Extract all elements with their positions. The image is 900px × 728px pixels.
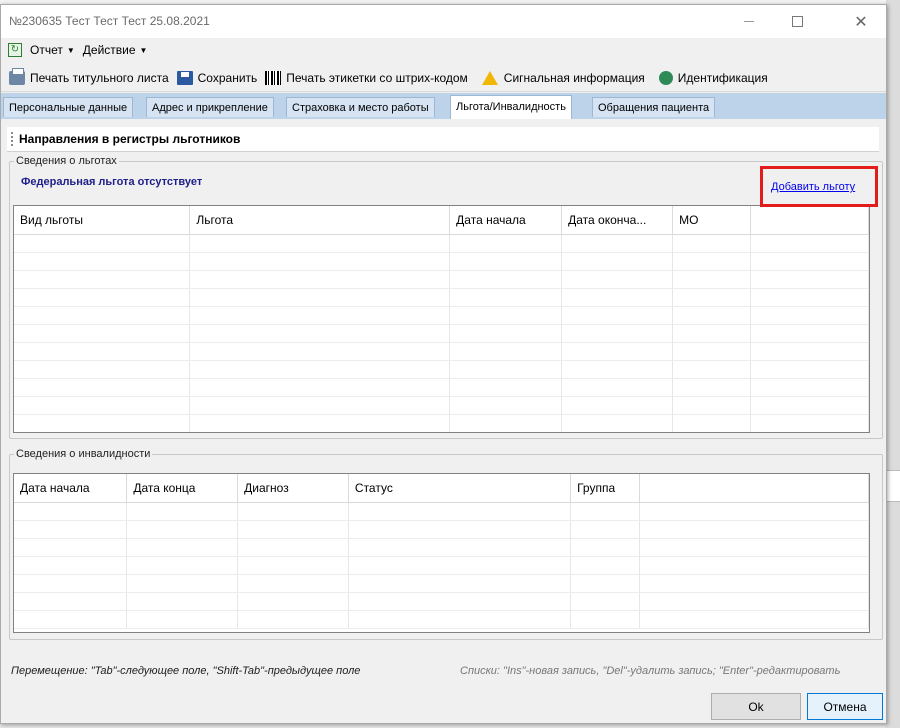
disability-legend: Сведения о инвалидности	[16, 448, 151, 460]
save-label: Сохранить	[197, 71, 258, 85]
identification-icon	[658, 71, 673, 85]
tab-content: Направления в регистры льготников Сведен…	[3, 119, 884, 654]
tab-benefits-disability[interactable]: Льгота/Инвалидность	[450, 95, 572, 119]
table-row[interactable]	[14, 396, 869, 415]
printer-icon	[9, 68, 25, 85]
table-row[interactable]	[14, 288, 869, 307]
table-row[interactable]	[14, 378, 869, 397]
table-row[interactable]	[14, 342, 869, 361]
navigation-hint: Перемещение: "Tab"-следующее поле, "Shif…	[11, 665, 361, 677]
window-title: №230635 Тест Тест Тест 25.08.2021	[9, 14, 210, 28]
table-row[interactable]	[14, 414, 869, 432]
close-button[interactable]: ✕	[838, 5, 884, 38]
grip-icon	[11, 132, 13, 146]
table-row[interactable]	[14, 556, 869, 575]
menu-action-label: Действие	[82, 43, 136, 57]
column-header[interactable]: Вид льготы	[14, 206, 191, 235]
minimize-icon	[744, 21, 754, 22]
table-row[interactable]	[14, 610, 869, 629]
toolbar: Печать титульного листа Сохранить Печать…	[1, 65, 886, 92]
chevron-down-icon: ▼	[139, 45, 148, 55]
barcode-icon	[265, 71, 282, 85]
identification-button[interactable]: Идентификация	[658, 71, 768, 85]
ok-button[interactable]: Ok	[711, 693, 801, 720]
column-header[interactable]: Группа	[570, 474, 640, 503]
column-header[interactable]: Дата начала	[449, 206, 563, 235]
column-header[interactable]: Диагноз	[237, 474, 349, 503]
patient-dialog: №230635 Тест Тест Тест 25.08.2021 ✕ ↻ От…	[0, 4, 887, 724]
lists-hint: Списки: "Ins"-новая запись, "Del"-удалит…	[460, 665, 841, 677]
menu-report-label: Отчет	[30, 43, 63, 57]
column-header[interactable]: Дата начала	[14, 474, 128, 503]
tab-personal-data[interactable]: Персональные данные	[3, 97, 134, 117]
table-row[interactable]	[14, 234, 869, 253]
menu-report[interactable]: Отчет ▼	[30, 43, 75, 57]
tab-patient-visits[interactable]: Обращения пациента	[592, 97, 716, 117]
print-barcode-label: Печать этикетки со штрих-кодом	[286, 71, 468, 85]
tab-address[interactable]: Адрес и прикрепление	[146, 97, 274, 117]
identification-label: Идентификация	[677, 71, 768, 85]
disability-table[interactable]: Дата начала Дата конца Диагноз Статус Гр…	[13, 473, 870, 633]
table-row[interactable]	[14, 270, 869, 289]
column-header[interactable]: Статус	[348, 474, 572, 503]
cancel-button[interactable]: Отмена	[807, 693, 883, 720]
menu-action[interactable]: Действие ▼	[83, 43, 148, 57]
background-window-strip	[886, 0, 900, 728]
print-title-button[interactable]: Печать титульного листа	[9, 68, 169, 85]
tab-insurance[interactable]: Страховка и место работы	[286, 97, 435, 117]
registry-header-bar: Направления в регистры льготников	[7, 127, 879, 152]
column-header[interactable]: Дата конца	[126, 474, 239, 503]
save-button[interactable]: Сохранить	[176, 71, 258, 85]
close-icon: ✕	[854, 13, 868, 31]
benefits-table[interactable]: Вид льготы Льгота Дата начала Дата оконч…	[13, 205, 870, 433]
registry-header: Направления в регистры льготников	[19, 132, 241, 146]
table-row[interactable]	[14, 538, 869, 557]
table-row[interactable]	[14, 520, 869, 539]
column-header[interactable]	[639, 474, 869, 503]
table-row[interactable]	[14, 574, 869, 593]
column-header[interactable]: Льгота	[189, 206, 451, 235]
signal-info-button[interactable]: Сигнальная информация	[481, 71, 645, 85]
floppy-disk-icon	[176, 71, 193, 85]
table-row[interactable]	[14, 252, 869, 271]
table-row[interactable]	[14, 306, 869, 325]
maximize-button[interactable]	[774, 5, 820, 38]
column-header[interactable]	[750, 206, 869, 235]
menu-bar: ↻ Отчет ▼ Действие ▼	[1, 38, 886, 62]
column-header[interactable]: Дата оконча...	[561, 206, 674, 235]
tab-bar: Персональные данные Адрес и прикрепление…	[1, 93, 886, 119]
table-row[interactable]	[14, 324, 869, 343]
benefits-legend: Сведения о льготах	[16, 155, 117, 167]
background-block	[886, 470, 900, 502]
warning-icon	[481, 71, 498, 85]
signal-info-label: Сигнальная информация	[503, 71, 645, 85]
chevron-down-icon: ▼	[66, 45, 75, 55]
maximize-icon	[791, 16, 803, 27]
title-bar: №230635 Тест Тест Тест 25.08.2021 ✕	[1, 5, 886, 38]
highlight-box	[760, 166, 878, 207]
table-row[interactable]	[14, 360, 869, 379]
print-barcode-button[interactable]: Печать этикетки со штрих-кодом	[265, 71, 468, 85]
print-title-label: Печать титульного листа	[30, 71, 169, 85]
refresh-icon[interactable]: ↻	[8, 43, 22, 57]
minimize-button[interactable]	[726, 5, 772, 38]
table-row[interactable]	[14, 502, 869, 521]
table-row[interactable]	[14, 592, 869, 611]
federal-benefit-status: Федеральная льгота отсутствует	[21, 176, 203, 188]
column-header[interactable]: МО	[672, 206, 752, 235]
